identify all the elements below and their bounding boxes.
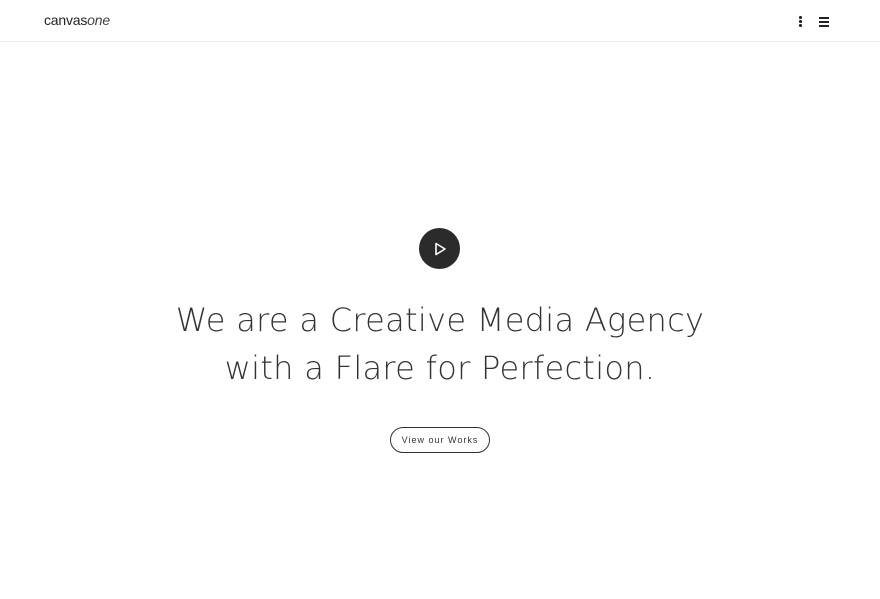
hero-headline: We are a Creative Media Agency with a Fl… xyxy=(140,296,740,392)
logo[interactable]: canvasone xyxy=(44,11,110,29)
play-video-button[interactable] xyxy=(419,228,460,269)
site-header: canvasone xyxy=(0,0,880,42)
headline-line-1: We are a Creative Media Agency xyxy=(175,301,705,339)
logo-main-text: canvas xyxy=(44,12,88,28)
logo-accent-text: one xyxy=(87,12,110,28)
headline-line-2: with a Flare for Perfection. xyxy=(224,349,656,387)
vertical-dots-icon xyxy=(799,16,802,19)
menu-button[interactable] xyxy=(817,14,831,28)
play-icon xyxy=(435,242,446,256)
hamburger-icon xyxy=(819,17,829,19)
view-works-button[interactable]: View our Works xyxy=(390,427,490,453)
more-options-button[interactable] xyxy=(793,12,807,30)
